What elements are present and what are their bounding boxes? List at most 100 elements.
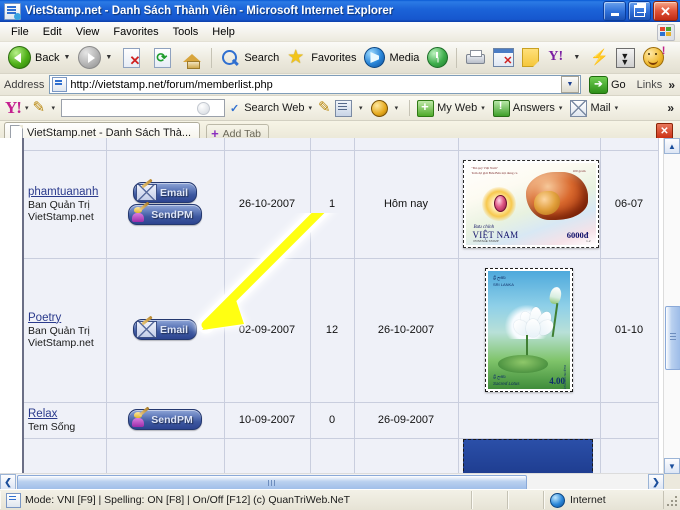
home-button[interactable] [178, 45, 207, 71]
yahoo-toolbar-button[interactable]: ▼ [543, 45, 584, 71]
forward-dropdown-icon[interactable]: ▼ [105, 54, 112, 61]
yahoo-logo[interactable]: Y! [5, 98, 22, 118]
cell-last-activity: 26-10-2007 [354, 258, 459, 403]
username-link[interactable]: Relax [28, 408, 102, 421]
yahoo-pencil-dropdown-icon[interactable]: ▾ [51, 104, 55, 112]
scroll-left-button[interactable]: ❮ [0, 474, 16, 490]
send-pm-icon [131, 201, 150, 223]
window-title: VietStamp.net - Danh Sách Thành Viên - M… [25, 5, 394, 17]
vertical-scrollbar[interactable]: ▲ ▼ [663, 138, 680, 474]
cell-stamp-image: ශ්‍රී ලංකා SRI LANKA ශ්‍රී ල [458, 258, 601, 403]
table-row[interactable]: Poetry Ban Quản Trị VietStamp.net Email … [24, 258, 659, 403]
table-row[interactable]: Relax Tem Sống SendPM 10-09-2007 0 26-09… [24, 402, 659, 439]
email-icon [135, 184, 157, 202]
popup-dropdown-icon[interactable]: ▾ [395, 104, 399, 112]
vertical-scroll-thumb[interactable] [665, 306, 680, 370]
history-icon [427, 47, 449, 68]
menu-help[interactable]: Help [205, 24, 242, 40]
email-button[interactable]: Email [132, 182, 197, 204]
close-button[interactable]: ✕ [653, 1, 678, 21]
table-row[interactable]: phamtuananh Ban Quản Trị VietStamp.net E… [24, 150, 659, 259]
refresh-button[interactable]: ⟳ [147, 45, 178, 71]
forward-button[interactable]: ▼ [74, 45, 116, 71]
links-button[interactable]: Links [637, 79, 663, 91]
history-button[interactable] [423, 45, 452, 71]
restore-button[interactable] [628, 1, 651, 21]
menu-tools[interactable]: Tools [166, 24, 206, 40]
yahoo-popup-blocker-button[interactable]: ▾ [369, 99, 405, 117]
table-row[interactable] [24, 438, 659, 474]
stamp-lilypad-graphic [498, 355, 548, 373]
cell-contact-buttons: Email [106, 258, 225, 403]
answers-icon [492, 99, 510, 117]
stop-icon: ✕ [123, 47, 141, 68]
lightning-icon [588, 48, 609, 67]
email-button[interactable]: Email [132, 319, 197, 340]
answers-dropdown-icon[interactable]: ▾ [559, 104, 563, 112]
cell-stamp-image [458, 438, 601, 474]
menu-view[interactable]: View [69, 24, 107, 40]
address-overflow-icon[interactable]: » [668, 78, 675, 92]
search-icon [220, 48, 240, 68]
favorites-button[interactable]: Favorites [283, 45, 360, 71]
page-icon [52, 77, 68, 92]
username-link[interactable]: Poetry [28, 312, 102, 325]
address-label: Address [4, 78, 45, 91]
yahoo-highlight-icon[interactable] [318, 98, 333, 116]
sendpm-button[interactable]: SendPM [128, 201, 202, 226]
yahoo-my-web-button[interactable]: My Web ▾ [415, 99, 491, 117]
scroll-up-button[interactable]: ▲ [664, 138, 680, 154]
yahoo-logo-dropdown-icon[interactable]: ▾ [25, 104, 29, 112]
status-bar: Mode: VNI [F9] | Spelling: ON [F8] | On/… [0, 489, 680, 510]
tab-label: VietStamp.net - Danh Sách Thà... [27, 126, 192, 139]
horizontal-scrollbar[interactable]: ❮ ❯ [0, 473, 664, 491]
yahoo-bookmarks-button[interactable]: ▾ [333, 99, 369, 117]
messenger-button[interactable] [584, 45, 612, 71]
yahoo-search-input[interactable] [60, 99, 225, 117]
yahoo-pencil-icon[interactable] [32, 98, 47, 116]
go-button[interactable]: ➔ Go [586, 75, 629, 94]
edit-button[interactable] [489, 45, 518, 71]
menu-favorites[interactable]: Favorites [106, 24, 165, 40]
search-button[interactable]: Search [216, 45, 283, 71]
yahoo-icon [547, 49, 569, 67]
my-web-dropdown-icon[interactable]: ▾ [481, 104, 485, 112]
media-button[interactable]: Media [360, 45, 423, 71]
cell-join-date: 26-10-2007 [224, 150, 311, 259]
download-button[interactable] [612, 45, 639, 71]
address-dropdown-icon[interactable]: ▼ [560, 76, 579, 93]
scroll-right-button[interactable]: ❯ [648, 474, 664, 490]
back-arrow-icon [8, 46, 31, 69]
back-button[interactable]: Back ▼ [4, 45, 74, 71]
yahoo-search-web-button[interactable]: Search Web ▾ [242, 102, 318, 114]
media-icon [364, 47, 386, 68]
stamp-lotus-graphic [505, 305, 557, 339]
minimize-button[interactable] [603, 1, 626, 21]
resize-grip[interactable] [664, 493, 678, 507]
download-icon [616, 47, 636, 68]
browser-toolbar: Back ▼ ▼ ✕ ⟳ Search Favorites Media [0, 42, 680, 74]
username-link[interactable]: phamtuananh [28, 186, 102, 199]
mail-dropdown-icon[interactable]: ▾ [615, 104, 619, 112]
search-web-dropdown-icon[interactable]: ▾ [309, 104, 313, 112]
scroll-down-button[interactable]: ▼ [664, 458, 680, 474]
yahoo-overflow-icon[interactable]: » [667, 101, 674, 115]
status-message: Mode: VNI [F9] | Spelling: ON [F8] | On/… [25, 494, 351, 506]
yahoo-dropdown-icon[interactable]: ▼ [573, 54, 580, 61]
stamp-weight-text: 100 gram [572, 169, 586, 173]
print-button[interactable] [461, 45, 489, 71]
bookmarks-dropdown-icon[interactable]: ▾ [359, 104, 363, 112]
emoticon-button[interactable]: ! [639, 45, 668, 71]
stop-button[interactable]: ✕ [116, 45, 147, 71]
yahoo-answers-button[interactable]: Answers ▾ [491, 99, 569, 117]
sendpm-button[interactable]: SendPM [128, 406, 202, 431]
yahoo-mail-button[interactable]: Mail ▾ [568, 99, 624, 117]
notes-button[interactable] [518, 45, 543, 71]
status-zone-section: Internet [544, 491, 664, 509]
stamp-bud-stem-graphic [551, 303, 558, 337]
menu-file[interactable]: File [4, 24, 36, 40]
member-table-viewport: phamtuananh Ban Quản Trị VietStamp.net E… [0, 138, 664, 474]
back-dropdown-icon[interactable]: ▼ [63, 54, 70, 61]
address-input[interactable]: http://vietstamp.net/forum/memberlist.ph… [49, 75, 581, 94]
menu-edit[interactable]: Edit [36, 24, 69, 40]
